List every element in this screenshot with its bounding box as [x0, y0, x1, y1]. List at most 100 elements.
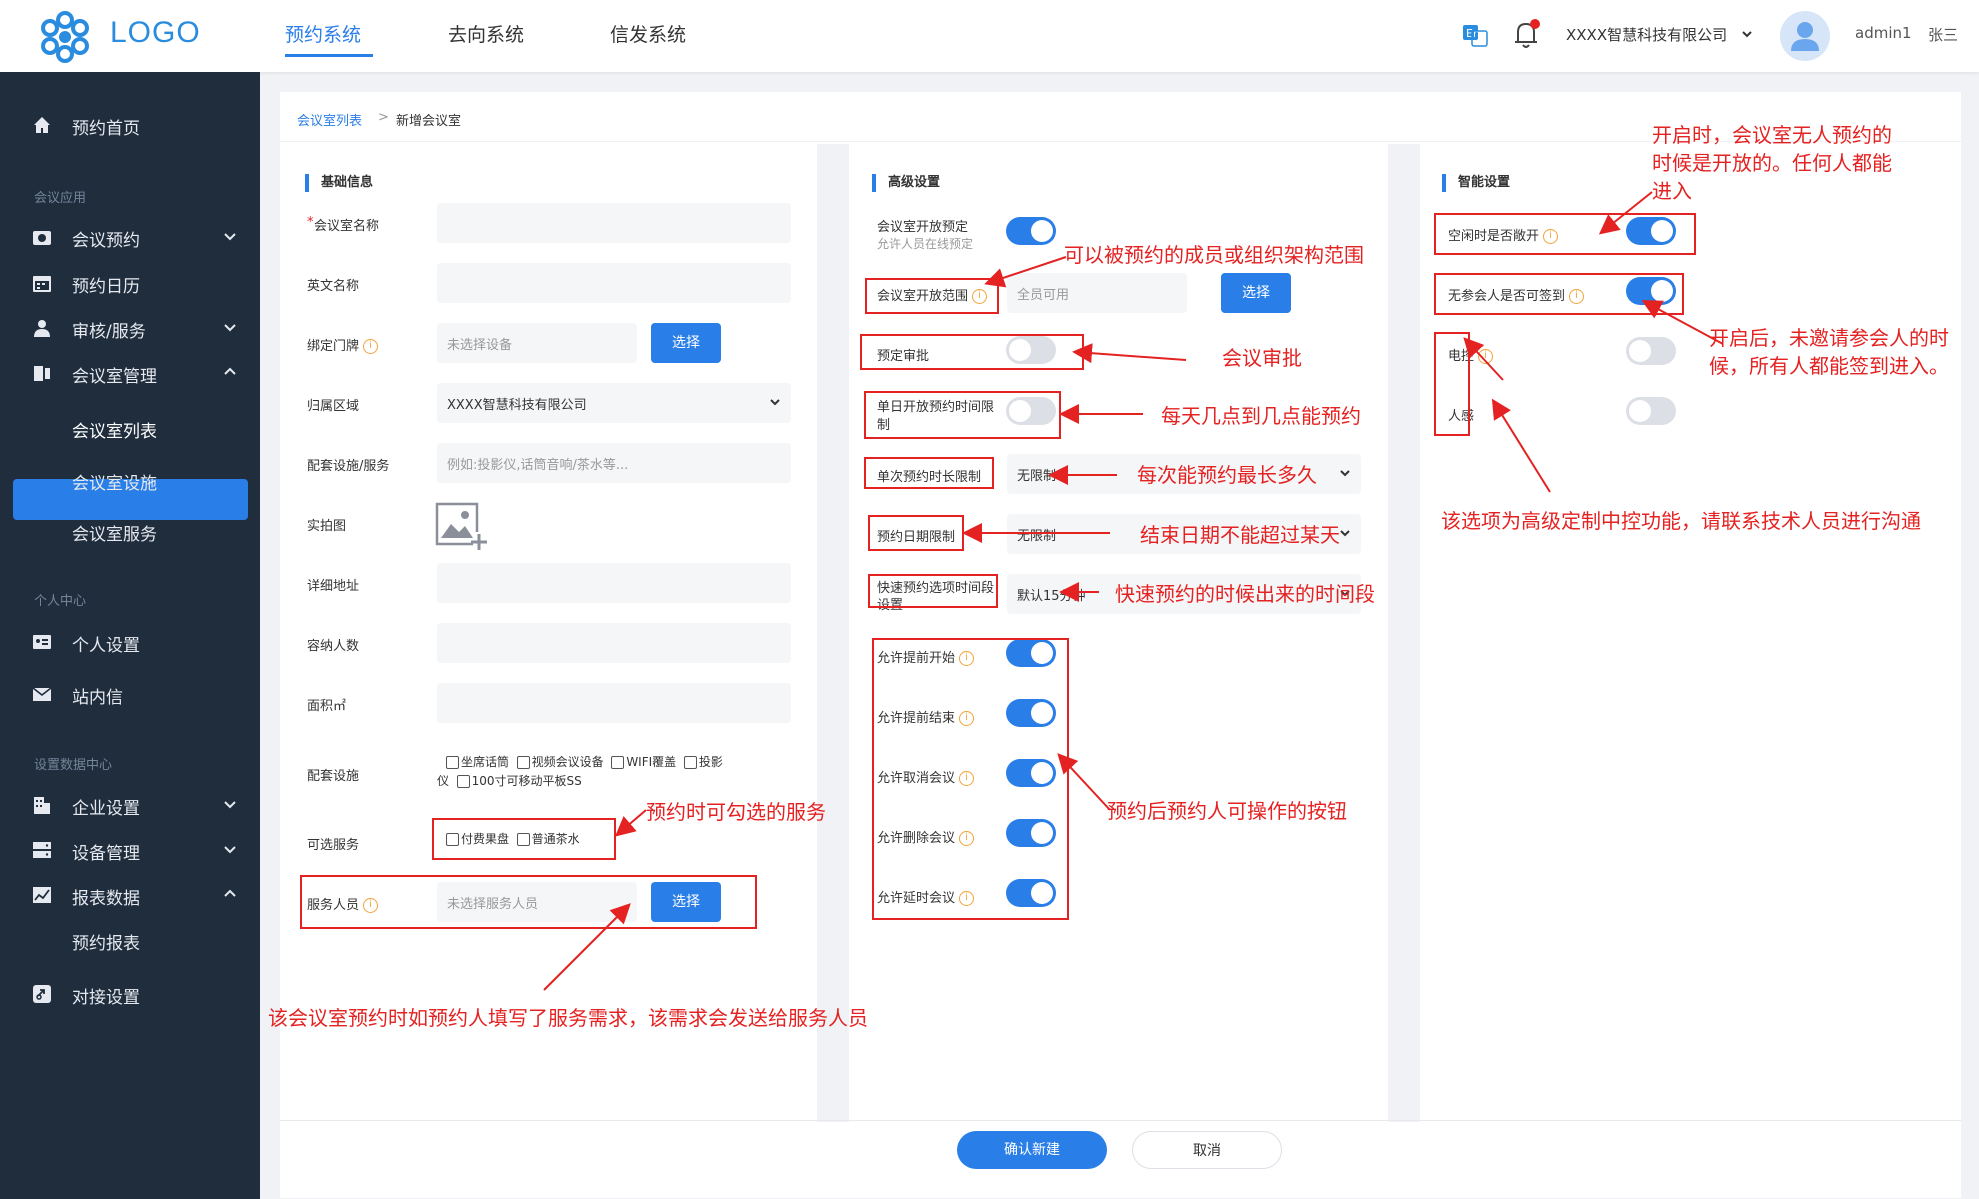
sidebar-item-integration[interactable]: 对接设置: [0, 974, 260, 1014]
panel-divider: [817, 144, 849, 1122]
area-select[interactable]: XXXX智慧科技有限公司: [437, 383, 791, 423]
sidebar-item-label: 审核/服务: [72, 322, 146, 342]
sidebar-section-personal: 个人中心: [34, 594, 87, 609]
capacity-input[interactable]: [437, 623, 791, 663]
translate-icon[interactable]: En: [1462, 22, 1488, 48]
door-plate-input[interactable]: 未选择设备: [437, 323, 637, 363]
sidebar-item-label: 设备管理: [72, 844, 140, 864]
room-name-input[interactable]: [437, 203, 791, 243]
area-label: 归属区域: [307, 399, 360, 414]
section-title-basic: 基础信息: [305, 174, 373, 192]
annotation-box-date: [868, 515, 964, 551]
nav-booking-system[interactable]: 预约系统: [285, 20, 361, 47]
duration-limit-value: 无限制: [1017, 469, 1057, 484]
breadcrumb-parent[interactable]: 会议室列表: [297, 110, 362, 129]
chevron-down-icon: [224, 233, 236, 241]
chevron-down-icon: [224, 846, 236, 854]
section-title-advanced: 高级设置: [872, 174, 940, 192]
annotation-approval: 会议审批: [1222, 346, 1302, 370]
optional-service-label: 可选服务: [307, 838, 360, 853]
nav-signage-system[interactable]: 信发系统: [610, 20, 686, 47]
bell-icon[interactable]: [1512, 18, 1542, 50]
annotation-service-staff: 该会议室预约时如预约人填写了服务需求，该需求会发送给服务人员: [268, 1006, 868, 1030]
annotation-date: 结束日期不能超过某天: [1140, 523, 1340, 547]
select-door-button[interactable]: 选择: [651, 323, 721, 363]
sidebar-item-device-management[interactable]: 设备管理: [0, 830, 260, 870]
sidebar-item-audit-service[interactable]: 审核/服务: [0, 308, 260, 348]
equipment-label: 配套设施: [307, 769, 360, 784]
checkbox-video-conf[interactable]: 视频会议设备: [516, 755, 604, 769]
annotation-box-duration: [864, 457, 994, 489]
electric-control-toggle[interactable]: [1626, 337, 1676, 365]
facility-service-label: 配套设施/服务: [307, 459, 390, 474]
mail-icon: [32, 687, 52, 701]
sidebar-item-label: 会议室管理: [72, 367, 157, 387]
panel-divider: [1388, 144, 1420, 1122]
required-star: *: [307, 215, 314, 230]
english-name-label: 英文名称: [307, 279, 360, 294]
logo-text: LOGO: [110, 16, 201, 49]
checkbox-projector[interactable]: 投影: [683, 755, 723, 769]
checkbox-flat-panel[interactable]: 100寸可移动平板SS: [456, 774, 582, 788]
equipment-checkbox-row: 坐席话筒 视频会议设备 WIFI覆盖 投影: [446, 753, 723, 770]
confirm-create-button[interactable]: 确认新建: [957, 1131, 1107, 1169]
annotation-box-service-staff: [300, 875, 757, 929]
annotation-open-scope: 可以被预约的成员或组织架构范围: [1064, 243, 1364, 267]
door-icon: [34, 366, 50, 381]
username: admin1: [1855, 24, 1912, 42]
room-open-toggle[interactable]: [1006, 217, 1056, 245]
chevron-down-icon: [224, 801, 236, 809]
info-icon[interactable]: i: [1478, 349, 1494, 364]
chart-icon: [33, 887, 51, 903]
checkbox-seat-mic[interactable]: 坐席话筒: [446, 755, 509, 769]
motion-sensor-toggle[interactable]: [1626, 397, 1676, 425]
annotation-daily-limit: 每天几点到几点能预约: [1161, 404, 1361, 428]
date-limit-value: 无限制: [1017, 529, 1057, 544]
active-nav-underline: [285, 54, 373, 57]
chevron-up-icon: [224, 367, 236, 375]
checkbox-wifi[interactable]: WIFI覆盖: [611, 755, 676, 769]
equipment-checkbox-row-2: 仪 100寸可移动平板SS: [437, 772, 582, 789]
add-image-icon[interactable]: [435, 502, 487, 552]
sidebar-item-enterprise-settings[interactable]: 企业设置: [0, 785, 260, 825]
sidebar-item-label: 报表数据: [72, 889, 140, 909]
sidebar-item-room-service[interactable]: 会议室服务: [72, 520, 157, 545]
link-icon: [33, 985, 51, 1003]
sidebar-item-booking-report[interactable]: 预约报表: [72, 929, 140, 954]
open-scope-input[interactable]: 全员可用: [1007, 273, 1187, 313]
annotation-idle-open-3: 进入: [1652, 179, 1692, 203]
annotation-box-smart-custom: [1434, 332, 1470, 436]
sidebar-section-settings: 设置数据中心: [34, 758, 113, 773]
sidebar-item-home[interactable]: 预约首页: [0, 105, 260, 145]
chevron-up-icon: [224, 889, 236, 897]
sidebar-item-inbox[interactable]: 站内信: [0, 674, 260, 714]
address-input[interactable]: [437, 563, 791, 603]
annotation-box-open-scope: [865, 278, 999, 314]
english-name-input[interactable]: [437, 263, 791, 303]
sidebar-item-room-list[interactable]: 会议室列表: [72, 417, 157, 442]
section-title-smart: 智能设置: [1442, 174, 1510, 192]
door-plate-label: 绑定门牌 i: [307, 335, 379, 354]
chevron-down-icon: [1340, 530, 1350, 537]
info-icon[interactable]: i: [363, 339, 379, 354]
facility-service-input[interactable]: 例如:投影仪,话筒音响/茶水等...: [437, 443, 791, 483]
sidebar-item-room-facility[interactable]: 会议室设施: [72, 469, 157, 494]
size-input[interactable]: [437, 683, 791, 723]
avatar[interactable]: [1780, 11, 1830, 61]
breadcrumb-separator: >: [378, 110, 389, 125]
sidebar-item-booking-calendar[interactable]: 预约日历: [0, 263, 260, 303]
sidebar-item-label: 站内信: [72, 688, 123, 708]
company-select[interactable]: XXXX智慧科技有限公司: [1566, 24, 1727, 45]
sidebar-item-personal-settings[interactable]: 个人设置: [0, 622, 260, 662]
annotation-box-daily-limit: [864, 391, 1061, 439]
annotation-box-idle-open: [1434, 213, 1696, 255]
sidebar-item-report-data[interactable]: 报表数据: [0, 875, 260, 915]
sidebar-item-meeting-booking[interactable]: 会议预约: [0, 217, 260, 257]
annotation-no-attendee-sign-1: 开启后，未邀请参会人的时: [1709, 326, 1949, 350]
select-scope-button[interactable]: 选择: [1221, 273, 1291, 313]
nav-whereabouts-system[interactable]: 去向系统: [448, 20, 524, 47]
cancel-button[interactable]: 取消: [1132, 1131, 1282, 1169]
sidebar-item-room-management[interactable]: 会议室管理: [0, 353, 260, 393]
sidebar: 预约首页 会议应用 会议预约 预约日历 审核/服务 会议室管理 会议室列表 会议…: [0, 72, 260, 1199]
annotation-smart-custom: 该选项为高级定制中控功能，请联系技术人员进行沟通: [1441, 509, 1921, 533]
